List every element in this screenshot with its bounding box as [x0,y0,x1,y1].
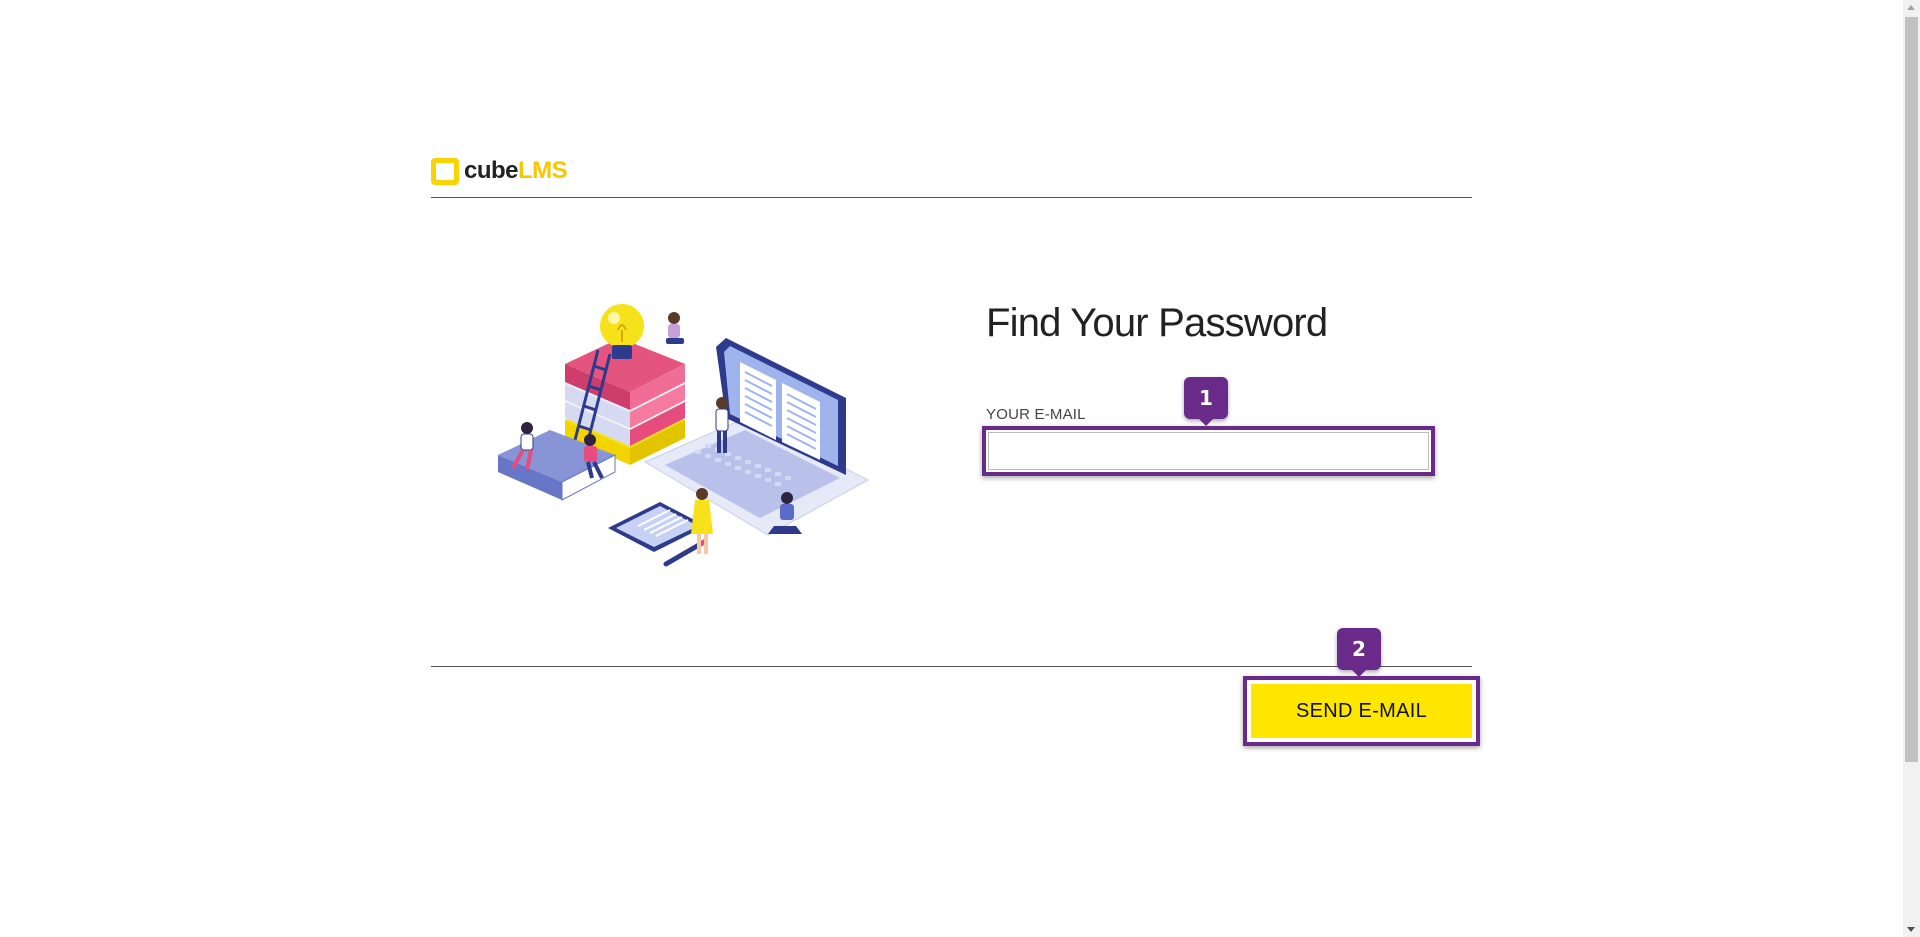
online-learning-illustration [498,304,870,567]
header-divider [431,197,1472,198]
send-email-button[interactable]: SEND E-MAIL [1251,684,1472,738]
logo-text-cube: cube [464,157,519,184]
email-label: YOUR E-MAIL [986,406,1086,423]
scroll-up-arrow-icon[interactable] [1907,5,1915,10]
logo-text: cubeLMS [464,156,568,186]
vertical-scrollbar[interactable] [1903,0,1920,937]
find-password-page: cubeLMS Find Your Password YOUR E-MAIL 1… [0,0,1920,937]
logo-square-icon [431,157,459,185]
logo-text-lms: LMS [518,157,568,184]
step-badge-2: 2 [1337,628,1381,677]
scroll-thumb[interactable] [1905,17,1918,762]
footer-divider [431,666,1472,667]
scroll-down-arrow-icon[interactable] [1907,927,1915,932]
tablet-icon [608,502,706,552]
email-input[interactable] [988,432,1429,470]
cubelms-logo[interactable]: cubeLMS [431,156,568,186]
step-badge-1: 1 [1184,377,1228,426]
page-title: Find Your Password [986,301,1328,345]
